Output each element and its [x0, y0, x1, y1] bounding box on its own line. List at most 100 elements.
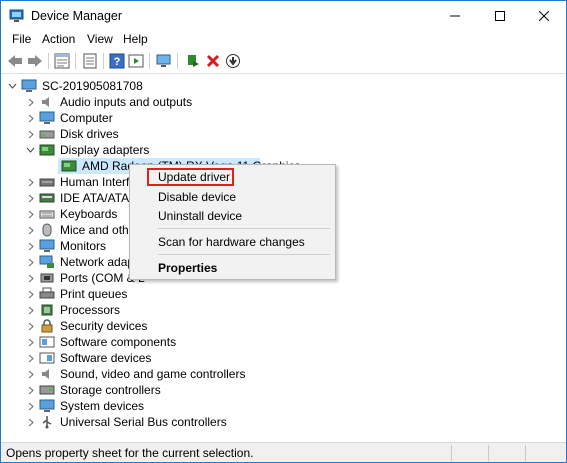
collapse-chevron-icon[interactable]: [6, 80, 18, 92]
tree-item-security[interactable]: Security devices: [24, 318, 147, 334]
tree-item-storage[interactable]: Storage controllers: [24, 382, 161, 398]
tree-item-label: Disk drives: [60, 127, 119, 141]
tree-item-system-devices[interactable]: System devices: [24, 398, 144, 414]
menu-view[interactable]: View: [87, 32, 113, 46]
tree-item-disk-drives[interactable]: Disk drives: [24, 126, 119, 142]
view-button[interactable]: [81, 52, 99, 70]
port-icon: [39, 271, 55, 285]
expand-chevron-icon[interactable]: [24, 320, 36, 332]
tree-item-label: Security devices: [60, 319, 148, 333]
system-icon: [39, 399, 55, 413]
tree-item-human-interface[interactable]: Human Interfa: [24, 174, 136, 190]
tree-item-mice[interactable]: Mice and othe: [24, 222, 135, 238]
expand-chevron-icon[interactable]: [24, 304, 36, 316]
disk-icon: [39, 127, 55, 141]
tree-item-label: Keyboards: [60, 207, 118, 221]
hid-icon: [39, 175, 55, 189]
tree-item-computer[interactable]: Computer: [24, 110, 113, 126]
forward-icon: [28, 55, 42, 67]
svg-text:?: ?: [114, 56, 121, 68]
toolbar-separator: [103, 53, 104, 69]
scan-hardware-button[interactable]: [155, 52, 173, 70]
maximize-button[interactable]: [478, 1, 522, 30]
expand-chevron-icon[interactable]: [24, 208, 36, 220]
expand-chevron-icon[interactable]: [24, 400, 36, 412]
tree-item-label: Audio inputs and outputs: [60, 95, 193, 109]
tree-root-label: SC-201905081708: [42, 79, 143, 93]
expand-chevron-icon[interactable]: [24, 384, 36, 396]
menu-help[interactable]: Help: [123, 32, 148, 46]
menu-update-driver[interactable]: Update driver: [158, 170, 230, 184]
help-icon: ?: [109, 53, 125, 69]
menu-scan-hardware[interactable]: Scan for hardware changes: [158, 235, 305, 249]
toolbar-separator: [75, 53, 76, 69]
software-device-icon: [39, 351, 55, 365]
keyboard-icon: [39, 207, 55, 221]
expand-chevron-icon[interactable]: [24, 112, 36, 124]
close-button[interactable]: [522, 1, 566, 30]
computer-root-icon: [21, 79, 37, 93]
tree-item-usb[interactable]: Universal Serial Bus controllers: [24, 414, 227, 430]
expand-chevron-icon[interactable]: [24, 96, 36, 108]
tree-item-label: Universal Serial Bus controllers: [60, 415, 227, 429]
ide-icon: [39, 191, 55, 205]
collapse-chevron-icon[interactable]: [24, 144, 36, 156]
minimize-icon: [450, 15, 460, 16]
expand-chevron-icon[interactable]: [24, 416, 36, 428]
expand-chevron-icon[interactable]: [24, 288, 36, 300]
menu-properties[interactable]: Properties: [158, 261, 217, 275]
tree-item-software-components[interactable]: Software components: [24, 334, 176, 350]
view-icon: [83, 53, 97, 69]
title-bar[interactable]: Device Manager: [1, 1, 566, 30]
tree-item-label: Mice and othe: [60, 223, 136, 237]
minimize-button[interactable]: [433, 1, 477, 30]
tree-item-network[interactable]: Network adapt: [24, 254, 137, 270]
expand-chevron-icon[interactable]: [24, 192, 36, 204]
tree-item-audio[interactable]: Audio inputs and outputs: [24, 94, 192, 110]
expand-chevron-icon[interactable]: [24, 272, 36, 284]
tree-item-print-queues[interactable]: Print queues: [24, 286, 127, 302]
expand-chevron-icon[interactable]: [24, 368, 36, 380]
toolbar-separator: [48, 53, 49, 69]
security-icon: [39, 319, 55, 333]
back-icon: [8, 55, 22, 67]
tree-item-ide[interactable]: IDE ATA/ATAPI: [24, 190, 140, 206]
status-bar: Opens property sheet for the current sel…: [1, 442, 566, 462]
uninstall-button[interactable]: [204, 52, 222, 70]
expand-chevron-icon[interactable]: [24, 128, 36, 140]
tree-item-monitors[interactable]: Monitors: [24, 238, 106, 254]
tree-item-ports[interactable]: Ports (COM & L: [24, 270, 145, 286]
expand-chevron-icon[interactable]: [24, 336, 36, 348]
tree-item-display-adapters[interactable]: Display adapters: [24, 142, 149, 158]
menu-action[interactable]: Action: [42, 32, 75, 46]
download-button[interactable]: [224, 52, 242, 70]
expand-chevron-icon[interactable]: [24, 352, 36, 364]
expand-chevron-icon[interactable]: [24, 256, 36, 268]
toolbar-separator: [177, 53, 178, 69]
tree-item-sound[interactable]: Sound, video and game controllers: [24, 366, 245, 382]
forward-button[interactable]: [26, 52, 44, 70]
tree-item-label: Sound, video and game controllers: [60, 367, 246, 381]
update-driver-button[interactable]: [184, 52, 202, 70]
printer-icon: [39, 287, 55, 301]
update-driver-icon: [188, 55, 199, 67]
tree-root[interactable]: SC-201905081708: [6, 78, 143, 94]
expand-chevron-icon[interactable]: [24, 176, 36, 188]
expand-chevron-icon[interactable]: [24, 224, 36, 236]
tree-item-keyboards[interactable]: Keyboards: [24, 206, 117, 222]
back-button[interactable]: [6, 52, 24, 70]
properties-list-icon: [54, 53, 70, 69]
properties-list-button[interactable]: [53, 52, 71, 70]
menu-disable-device[interactable]: Disable device: [158, 190, 236, 204]
software-component-icon: [39, 335, 55, 349]
tree-item-processors[interactable]: Processors: [24, 302, 120, 318]
menu-file[interactable]: File: [12, 32, 31, 46]
run-button[interactable]: [127, 52, 145, 70]
expand-chevron-icon[interactable]: [24, 240, 36, 252]
help-button[interactable]: ?: [108, 52, 126, 70]
tree-item-software-devices[interactable]: Software devices: [24, 350, 151, 366]
tree-item-label: Processors: [60, 303, 121, 317]
mouse-icon: [39, 223, 55, 237]
tree-item-label: Storage controllers: [60, 383, 161, 397]
menu-uninstall-device[interactable]: Uninstall device: [158, 209, 242, 223]
